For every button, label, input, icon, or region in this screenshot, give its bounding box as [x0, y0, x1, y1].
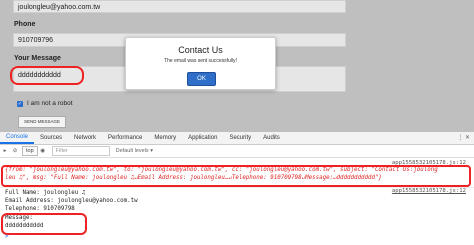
phone-value: 910709796: [18, 37, 54, 44]
devtools-tabs: Console Sources Network Performance Memo…: [0, 132, 474, 145]
captcha-label: I am not a robot: [27, 100, 73, 107]
sidebar-toggle-icon[interactable]: ▸: [0, 148, 10, 154]
modal-text: The email was sent successfully!: [164, 58, 237, 64]
highlight-oval-message: [10, 66, 84, 85]
tab-sources[interactable]: Sources: [34, 132, 68, 144]
console-toolbar: ▸ ⊘ top ◉ Filter Default levels ▾: [0, 145, 474, 158]
console-prompt-icon[interactable]: >: [5, 234, 9, 240]
log-source-link[interactable]: app1558532105178.js:12: [392, 188, 466, 194]
ok-button[interactable]: OK: [187, 72, 216, 86]
console-output: app1558532105178.js:12 {from: "joulongle…: [0, 158, 474, 245]
tab-performance[interactable]: Performance: [102, 132, 148, 144]
web-page: joulongleu@yahoo.com.tw Phone 910709796 …: [0, 0, 474, 132]
more-menu-icon[interactable]: ⋮ ✕: [457, 132, 470, 144]
log-line-email: Email Address: joulongleu@yahoo.com.tw: [5, 198, 138, 204]
phone-label: Phone: [14, 21, 36, 28]
eye-icon[interactable]: ◉: [38, 148, 48, 154]
checkbox-checked-icon[interactable]: ✓: [17, 100, 23, 107]
modal-title: Contact Us: [178, 45, 223, 55]
send-message-button[interactable]: SEND MESSAGE: [18, 116, 66, 128]
clear-console-icon[interactable]: ⊘: [10, 148, 20, 154]
tab-security[interactable]: Security: [223, 132, 257, 144]
tab-application[interactable]: Application: [182, 132, 223, 144]
highlight-oval-object: [1, 165, 471, 187]
filter-input[interactable]: Filter: [51, 146, 110, 156]
contact-modal: Contact Us The email was sent successful…: [125, 37, 276, 90]
log-line-fullname: Full Name: joulongleu ♫: [5, 190, 86, 196]
context-select[interactable]: top: [22, 146, 38, 156]
tab-memory[interactable]: Memory: [148, 132, 182, 144]
levels-dropdown[interactable]: Default levels ▾: [116, 148, 153, 154]
email-value: joulongleu@yahoo.com.tw: [18, 4, 101, 11]
tab-console[interactable]: Console: [0, 132, 35, 144]
captcha-row[interactable]: ✓ I am not a robot: [17, 100, 73, 107]
log-line-telephone: Telephone: 910709798: [5, 206, 75, 212]
email-field[interactable]: joulongleu@yahoo.com.tw: [13, 0, 346, 13]
message-label: Your Message: [14, 55, 61, 62]
tab-audits[interactable]: Audits: [257, 132, 286, 144]
tab-network[interactable]: Network: [68, 132, 102, 144]
devtools-panel: Console Sources Network Performance Memo…: [0, 132, 474, 245]
highlight-oval-message-log: [1, 213, 87, 235]
